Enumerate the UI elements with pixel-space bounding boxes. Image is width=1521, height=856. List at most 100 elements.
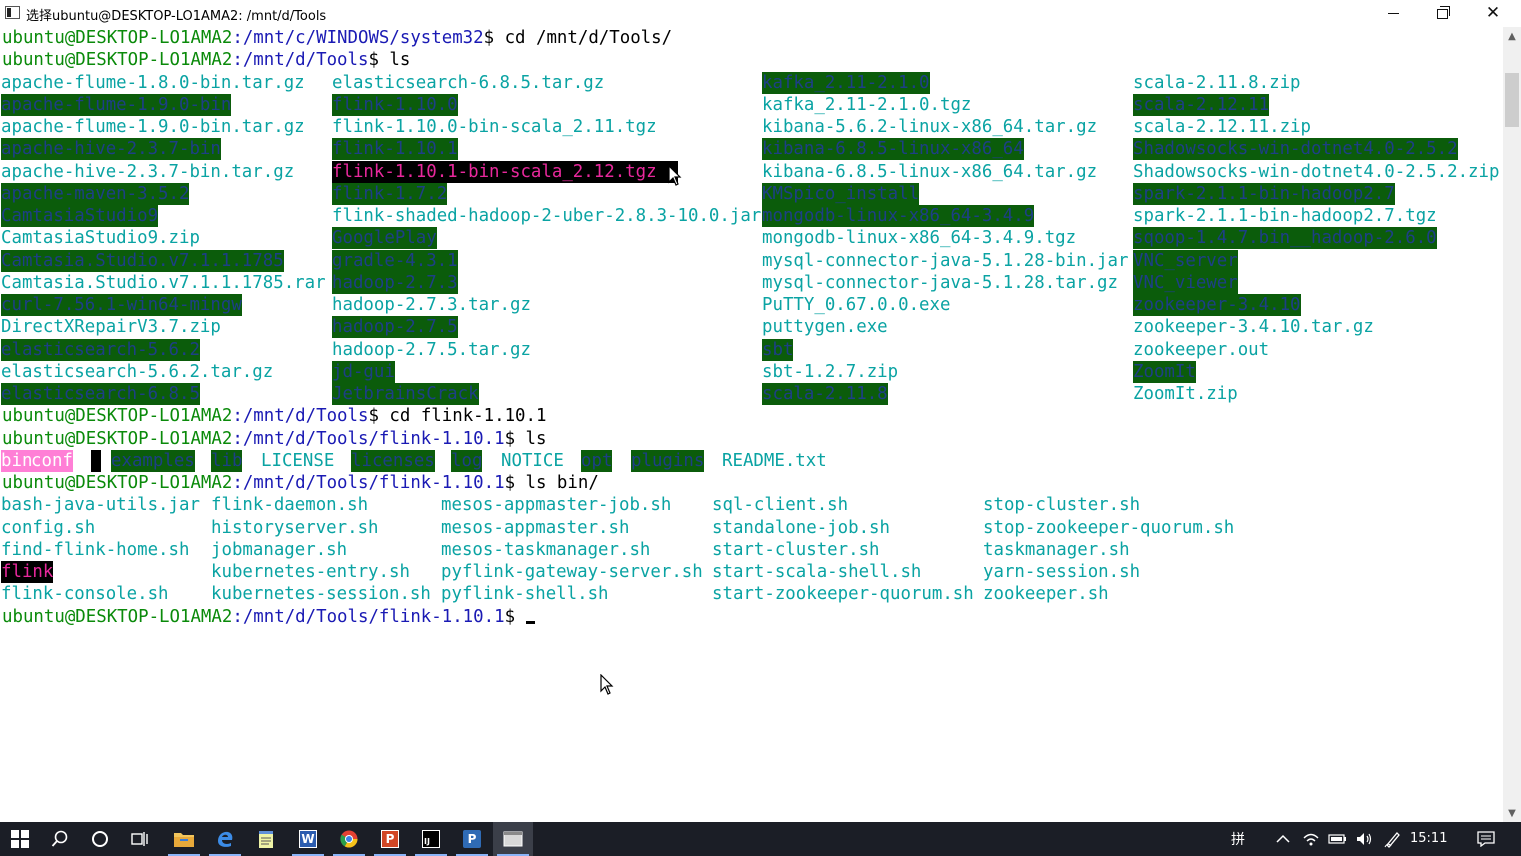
file-entry[interactable]: ZoomIt bbox=[1133, 360, 1196, 383]
file-entry[interactable]: puttygen.exe bbox=[762, 316, 888, 338]
file-entry[interactable]: flink bbox=[1, 561, 54, 583]
file-entry[interactable]: apache-hive-2.3.7-bin.tar.gz bbox=[1, 161, 294, 183]
file-entry[interactable]: spark-2.1.1-bin-hadoop2.7.tgz bbox=[1133, 205, 1437, 227]
file-entry[interactable]: scala-2.12.11 bbox=[1133, 93, 1270, 116]
file-entry[interactable]: jd-gui bbox=[332, 360, 395, 383]
file-entry[interactable]: LICENSE bbox=[261, 450, 334, 472]
intellij-button[interactable]: IJ bbox=[411, 822, 451, 856]
file-entry[interactable]: zookeeper.out bbox=[1133, 339, 1269, 361]
file-entry[interactable]: flink-1.7.2 bbox=[332, 182, 448, 205]
file-entry[interactable]: lib bbox=[211, 449, 243, 472]
file-entry[interactable]: scala-2.11.8.zip bbox=[1133, 72, 1301, 94]
file-entry[interactable]: mysql-connector-java-5.1.28.tar.gz bbox=[762, 272, 1118, 294]
file-entry[interactable]: elasticsearch-5.6.2.tar.gz bbox=[1, 361, 273, 383]
file-entry[interactable]: historyserver.sh bbox=[211, 517, 379, 539]
scroll-thumb[interactable] bbox=[1505, 73, 1519, 127]
search-button[interactable] bbox=[40, 822, 80, 856]
file-entry[interactable]: flink-shaded-hadoop-2-uber-2.8.3-10.0.ja… bbox=[332, 205, 761, 227]
file-entry[interactable]: Camtasia.Studio.v7.1.1.1785 bbox=[1, 249, 284, 272]
file-entry[interactable]: mysql-connector-java-5.1.28-bin.jar bbox=[762, 250, 1128, 272]
file-entry[interactable]: VNC_server bbox=[1133, 249, 1238, 272]
file-entry[interactable]: Shadowsocks-win-dotnet4.0-2.5.2.zip bbox=[1133, 161, 1499, 183]
file-entry[interactable]: licenses bbox=[351, 449, 435, 472]
volume-button[interactable] bbox=[1350, 822, 1378, 856]
terminal-taskbar-button[interactable] bbox=[493, 822, 533, 856]
file-entry[interactable]: start-cluster.sh bbox=[712, 539, 880, 561]
file-entry[interactable]: scala-2.11.8 bbox=[762, 383, 888, 405]
file-entry[interactable]: apache-flume-1.9.0-bin bbox=[1, 93, 232, 116]
pen-workspace-button[interactable] bbox=[1378, 822, 1408, 856]
file-entry[interactable]: apache-flume-1.8.0-bin.tar.gz bbox=[1, 72, 305, 94]
file-entry[interactable]: pyflink-gateway-server.sh bbox=[441, 561, 703, 583]
clock[interactable]: 15:11 bbox=[1410, 822, 1447, 856]
file-entry[interactable]: hadoop-2.7.3.tar.gz bbox=[332, 294, 531, 316]
file-entry[interactable]: sql-client.sh bbox=[712, 494, 848, 516]
file-entry[interactable]: taskmanager.sh bbox=[983, 539, 1130, 561]
file-entry[interactable]: mongodb-linux-x86_64-3.4.9.tgz bbox=[762, 227, 1076, 249]
file-entry[interactable]: flink-daemon.sh bbox=[211, 494, 368, 516]
file-entry[interactable]: gradle-4.3.1 bbox=[332, 249, 458, 272]
file-entry[interactable]: standalone-job.sh bbox=[712, 517, 890, 539]
file-entry[interactable]: apache-flume-1.9.0-bin.tar.gz bbox=[1, 116, 305, 138]
file-entry[interactable]: curl-7.56.1-win64-mingw bbox=[1, 294, 242, 316]
terminal-output[interactable]: ubuntu@DESKTOP-LO1AMA2:/mnt/c/WINDOWS/sy… bbox=[0, 27, 1503, 822]
file-entry[interactable]: start-scala-shell.sh bbox=[712, 561, 921, 583]
file-entry[interactable]: kibana-5.6.2-linux-x86_64.tar.gz bbox=[762, 116, 1097, 138]
file-entry[interactable]: zookeeper.sh bbox=[983, 583, 1109, 605]
file-entry[interactable]: zookeeper-3.4.10.tar.gz bbox=[1133, 316, 1374, 338]
file-entry[interactable]: bin bbox=[1, 449, 33, 472]
publisher-button[interactable]: P bbox=[452, 822, 492, 856]
battery-button[interactable] bbox=[1324, 822, 1352, 856]
file-entry[interactable]: hadoop-2.7.3 bbox=[332, 271, 458, 294]
file-entry[interactable]: KMSpico_install bbox=[762, 182, 920, 205]
file-entry[interactable]: CamtasiaStudio9.zip bbox=[1, 227, 200, 249]
notepad-button[interactable] bbox=[246, 822, 286, 856]
maximize-button[interactable] bbox=[1419, 0, 1465, 27]
file-entry[interactable]: NOTICE bbox=[501, 450, 564, 472]
file-entry[interactable]: log bbox=[451, 449, 483, 472]
file-entry[interactable]: sbt-1.2.7.zip bbox=[762, 361, 898, 383]
file-entry[interactable]: zookeeper-3.4.10 bbox=[1133, 294, 1301, 316]
show-hidden-icons-button[interactable] bbox=[1266, 822, 1300, 856]
file-entry[interactable]: GooglePlay bbox=[332, 227, 437, 250]
file-entry[interactable]: flink-1.10.1-bin-scala_2.12.tgz bbox=[332, 160, 678, 183]
task-view-button[interactable] bbox=[120, 822, 160, 856]
file-explorer-button[interactable] bbox=[164, 822, 204, 856]
file-entry[interactable]: kafka_2.11-2.1.0 bbox=[762, 71, 930, 94]
file-entry[interactable]: mongodb-linux-x86_64-3.4.9 bbox=[762, 205, 1035, 227]
file-entry[interactable]: kubernetes-session.sh bbox=[211, 583, 431, 605]
file-entry[interactable]: pyflink-shell.sh bbox=[441, 583, 609, 605]
file-entry[interactable]: JetbrainsCrack bbox=[332, 383, 479, 405]
action-center-button[interactable] bbox=[1466, 822, 1506, 856]
vertical-scrollbar[interactable]: ▲ ▼ bbox=[1503, 27, 1521, 822]
file-entry[interactable]: sqoop-1.4.7.bin__hadoop-2.6.0 bbox=[1133, 227, 1437, 250]
edge-button[interactable] bbox=[205, 822, 245, 856]
file-entry[interactable]: jobmanager.sh bbox=[211, 539, 347, 561]
file-entry[interactable]: scala-2.12.11.zip bbox=[1133, 116, 1311, 138]
file-entry[interactable]: apache-maven-3.5.2 bbox=[1, 182, 190, 205]
file-entry[interactable]: kibana-6.8.5-linux-x86_64.tar.gz bbox=[762, 161, 1097, 183]
file-entry[interactable]: elasticsearch-5.6.2 bbox=[1, 338, 200, 361]
chrome-button[interactable] bbox=[329, 822, 369, 856]
file-entry[interactable]: flink-1.10.1 bbox=[332, 138, 458, 161]
console-app-icon[interactable] bbox=[5, 6, 20, 19]
file-entry[interactable]: DirectXRepairV3.7.zip bbox=[1, 316, 221, 338]
file-entry[interactable]: hadoop-2.7.5 bbox=[332, 316, 458, 339]
ime-button[interactable]: 拼 bbox=[1218, 822, 1258, 856]
file-entry[interactable]: elasticsearch-6.8.5 bbox=[1, 383, 200, 405]
file-entry[interactable]: mesos-appmaster-job.sh bbox=[441, 494, 671, 516]
file-entry[interactable]: kibana-6.8.5-linux-x86_64 bbox=[762, 138, 1024, 161]
file-entry[interactable]: VNC_viewer bbox=[1133, 271, 1238, 294]
file-entry[interactable]: flink-1.10.0 bbox=[332, 93, 458, 116]
file-entry[interactable]: README.txt bbox=[722, 450, 827, 472]
file-entry[interactable]: apache-hive-2.3.7-bin bbox=[1, 138, 221, 161]
file-entry[interactable]: plugins bbox=[631, 449, 705, 472]
file-entry[interactable]: start-zookeeper-quorum.sh bbox=[712, 583, 974, 605]
close-button[interactable]: ✕ bbox=[1470, 0, 1516, 27]
file-entry[interactable]: kafka_2.11-2.1.0.tgz bbox=[762, 94, 971, 116]
file-entry[interactable]: mesos-appmaster.sh bbox=[441, 517, 629, 539]
network-button[interactable] bbox=[1296, 822, 1326, 856]
file-entry[interactable]: Shadowsocks-win-dotnet4.0-2.5.2 bbox=[1133, 138, 1458, 161]
file-entry[interactable]: opt bbox=[581, 449, 613, 472]
file-entry[interactable]: examples bbox=[111, 449, 195, 472]
